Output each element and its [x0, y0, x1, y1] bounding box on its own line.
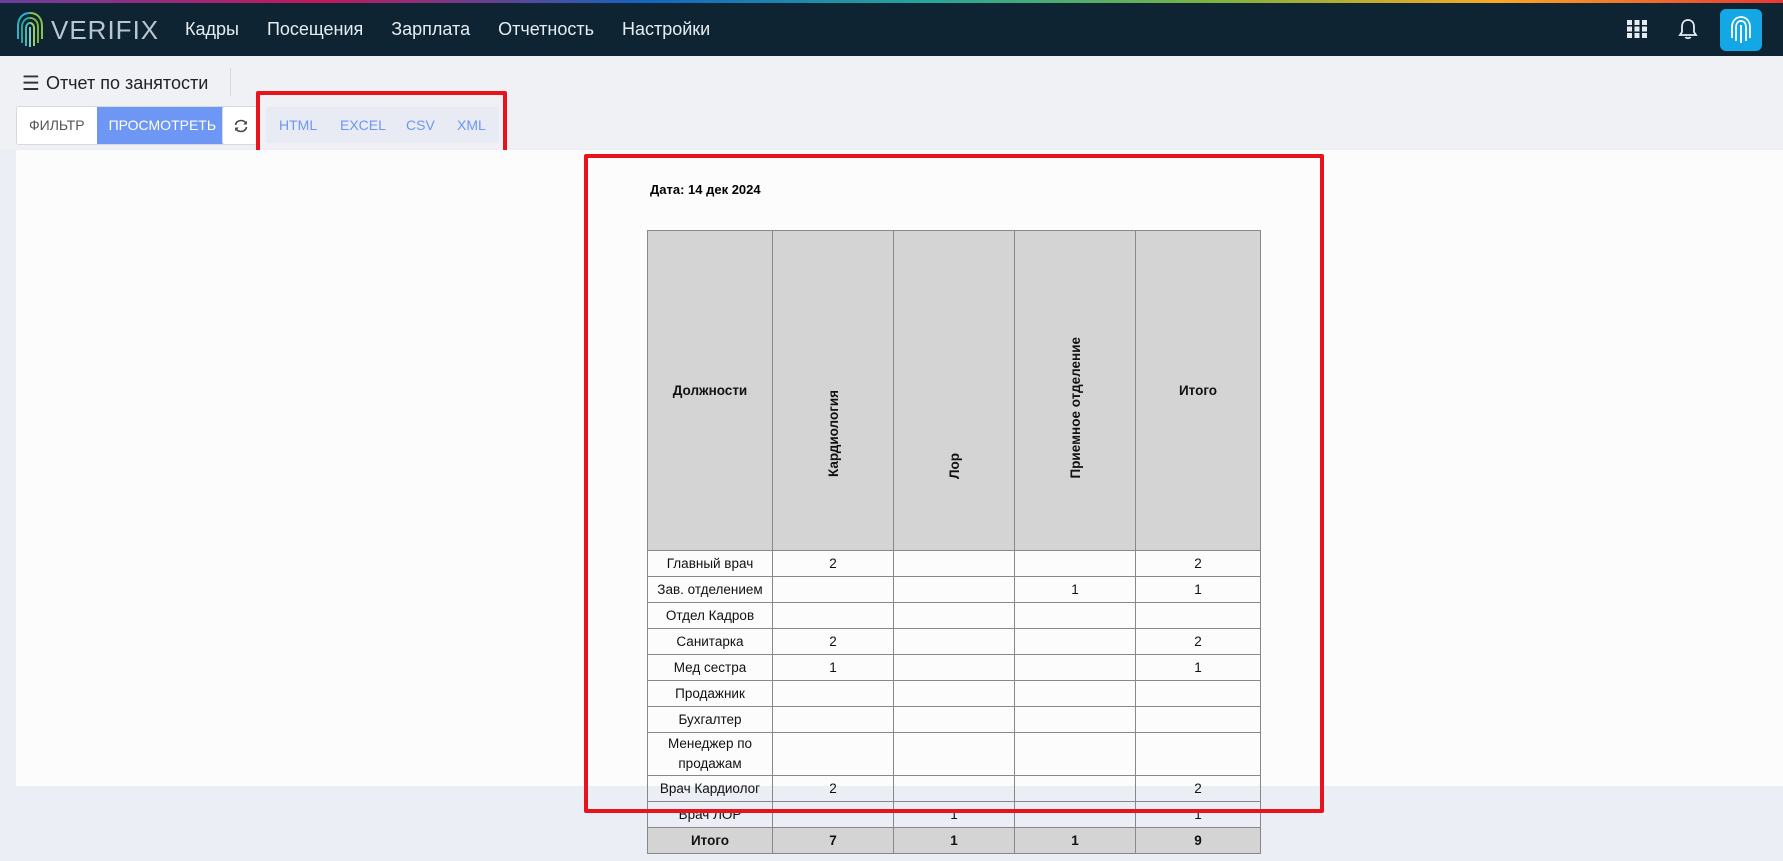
totals-cell: 1 [893, 827, 1015, 854]
totals-row: Итого 7 1 1 9 [647, 827, 1261, 854]
export-buttons-highlight [256, 91, 507, 155]
title-divider [230, 68, 231, 96]
logo-text: VERIFIX [51, 14, 160, 45]
nav-item-otchetnost[interactable]: Отчетность [498, 19, 594, 40]
hamburger-menu-icon[interactable]: ☰ [22, 71, 40, 96]
main-nav: Кадры Посещения Зарплата Отчетность Наст… [185, 3, 738, 56]
page-title: ☰ Отчет по занятости [22, 71, 208, 96]
nav-item-poseshcheniya[interactable]: Посещения [267, 19, 363, 40]
totals-cell: 9 [1135, 827, 1261, 854]
totals-cell: 1 [1014, 827, 1136, 854]
filter-view-toggle: ФИЛЬТР ПРОСМОТРЕТЬ [16, 106, 230, 145]
nav-item-nastroyki[interactable]: Настройки [622, 19, 710, 40]
fingerprint-avatar-icon [1731, 16, 1751, 43]
top-navbar: VERIFIX Кадры Посещения Зарплата Отчетно… [0, 3, 1783, 56]
refresh-button[interactable] [222, 106, 259, 145]
fingerprint-logo-icon [17, 12, 43, 47]
bell-icon[interactable] [1675, 16, 1701, 42]
refresh-icon [234, 119, 247, 132]
report-highlight [584, 154, 1324, 813]
totals-cell: Итого [647, 827, 773, 854]
page-title-text: Отчет по занятости [45, 73, 209, 93]
filter-button[interactable]: ФИЛЬТР [17, 107, 97, 144]
apps-grid-icon[interactable] [1624, 16, 1650, 42]
totals-cell: 7 [772, 827, 894, 854]
user-avatar[interactable] [1720, 9, 1762, 51]
nav-item-kadry[interactable]: Кадры [185, 19, 239, 40]
app-logo[interactable]: VERIFIX [15, 9, 165, 51]
view-button[interactable]: ПРОСМОТРЕТЬ [96, 107, 229, 144]
nav-item-zarplata[interactable]: Зарплата [391, 19, 470, 40]
